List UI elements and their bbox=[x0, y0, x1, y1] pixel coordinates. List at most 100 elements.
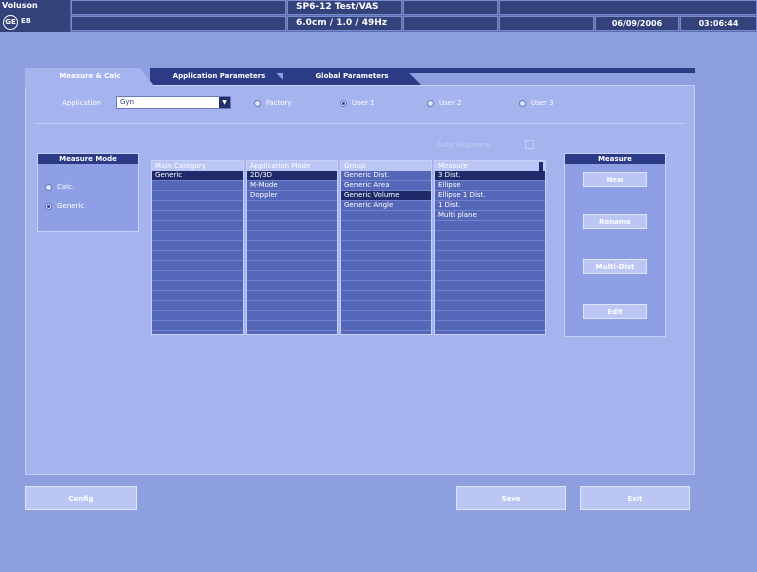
list-item-empty bbox=[247, 201, 337, 211]
list-item-empty bbox=[435, 261, 545, 271]
column-header: Group bbox=[341, 161, 431, 171]
list-item[interactable]: 1 Dist. bbox=[435, 201, 545, 211]
divider bbox=[35, 123, 685, 124]
list-item-empty bbox=[435, 241, 545, 251]
radio-user-3[interactable] bbox=[519, 100, 526, 107]
list-item-empty bbox=[247, 291, 337, 301]
list-item[interactable]: 3 Dist. bbox=[435, 171, 545, 181]
list-item-empty bbox=[152, 331, 243, 334]
list-item-empty bbox=[435, 311, 545, 321]
auto-sequence-checkbox[interactable] bbox=[525, 140, 534, 149]
header-cell bbox=[499, 0, 757, 15]
list-item-empty bbox=[341, 231, 431, 241]
radio-user-1-label: User 1 bbox=[352, 99, 375, 107]
list-item[interactable]: Generic Angle bbox=[341, 201, 431, 211]
header-cell bbox=[71, 0, 286, 15]
list-item[interactable]: Ellipse bbox=[435, 181, 545, 191]
list-item-empty bbox=[341, 331, 431, 334]
list-item[interactable]: Generic Area bbox=[341, 181, 431, 191]
tab-global-parameters[interactable]: Global Parameters bbox=[283, 68, 421, 85]
list-item-empty bbox=[341, 311, 431, 321]
list-item-empty bbox=[152, 181, 243, 191]
brand-name: Voluson bbox=[2, 1, 38, 10]
header-date: 06/09/2006 bbox=[595, 16, 679, 31]
list-item-empty bbox=[435, 301, 545, 311]
list-item-empty bbox=[152, 271, 243, 281]
brand-block: Voluson GE E8 bbox=[0, 0, 70, 32]
application-select-value: Gyn bbox=[120, 98, 135, 106]
radio-user-2-label: User 2 bbox=[439, 99, 462, 107]
radio-user-1[interactable] bbox=[340, 100, 347, 107]
list-item-empty bbox=[435, 221, 545, 231]
probe-indicator: E8 bbox=[21, 17, 31, 25]
list-item-empty bbox=[247, 271, 337, 281]
rename-button[interactable]: Rename bbox=[583, 214, 647, 229]
list-item[interactable]: Doppler bbox=[247, 191, 337, 201]
list-item-empty bbox=[341, 221, 431, 231]
radio-generic-label: Generic bbox=[57, 202, 85, 210]
radio-user-2[interactable] bbox=[427, 100, 434, 107]
list-item-empty bbox=[152, 241, 243, 251]
list-item-empty bbox=[152, 221, 243, 231]
list-item-empty bbox=[247, 241, 337, 251]
list-item[interactable]: 2D/3D bbox=[247, 171, 337, 181]
ge-logo-icon: GE bbox=[3, 15, 18, 30]
list-item[interactable]: Generic Volume bbox=[341, 191, 431, 201]
tab-application-parameters[interactable]: Application Parameters bbox=[150, 68, 288, 85]
list-item-empty bbox=[247, 321, 337, 331]
list-item-empty bbox=[247, 301, 337, 311]
list-item-empty bbox=[247, 281, 337, 291]
list-item-empty bbox=[247, 331, 337, 334]
exit-button[interactable]: Exit bbox=[580, 486, 690, 510]
list-measure[interactable]: Measure 3 Dist. Ellipse Ellipse 1 Dist. 1 Di… bbox=[434, 160, 546, 335]
list-item-empty bbox=[152, 251, 243, 261]
list-item-empty bbox=[435, 271, 545, 281]
list-item[interactable]: Generic bbox=[152, 171, 243, 181]
list-main-category[interactable]: Main Category Generic bbox=[151, 160, 244, 335]
radio-factory-label: Factory bbox=[266, 99, 292, 107]
radio-generic[interactable] bbox=[45, 203, 52, 210]
new-button[interactable]: New bbox=[583, 172, 647, 187]
radio-calc[interactable] bbox=[45, 184, 52, 191]
list-item-empty bbox=[152, 201, 243, 211]
tab-measure-calc[interactable]: Measure & Calc bbox=[25, 68, 155, 87]
list-item[interactable]: Ellipse 1 Dist. bbox=[435, 191, 545, 201]
list-item[interactable]: M-Mode bbox=[247, 181, 337, 191]
list-item-empty bbox=[435, 281, 545, 291]
list-item-empty bbox=[152, 311, 243, 321]
column-header: Measure bbox=[435, 161, 545, 171]
measure-mode-box: Measure Mode bbox=[37, 153, 139, 232]
list-item[interactable]: Multi plane bbox=[435, 211, 545, 221]
list-item-empty bbox=[341, 281, 431, 291]
list-item-empty bbox=[247, 311, 337, 321]
header-cell bbox=[499, 16, 594, 31]
application-select[interactable]: Gyn ▼ bbox=[116, 96, 231, 109]
config-button[interactable]: Config bbox=[25, 486, 137, 510]
chevron-down-icon[interactable]: ▼ bbox=[219, 97, 230, 108]
header-cell bbox=[403, 0, 498, 15]
list-item-empty bbox=[152, 301, 243, 311]
multi-dist-button[interactable]: Multi-Dist bbox=[583, 259, 647, 274]
list-item-empty bbox=[152, 211, 243, 221]
list-group[interactable]: Group Generic Dist. Generic Area Generic Vo… bbox=[340, 160, 432, 335]
list-item-empty bbox=[341, 271, 431, 281]
list-item-empty bbox=[152, 321, 243, 331]
edit-button[interactable]: Edit bbox=[583, 304, 647, 319]
list-item-empty bbox=[435, 231, 545, 241]
list-item[interactable]: Generic Dist. bbox=[341, 171, 431, 181]
header-time: 03:06:44 bbox=[680, 16, 757, 31]
radio-factory[interactable] bbox=[254, 100, 261, 107]
list-item-empty bbox=[247, 221, 337, 231]
list-application-mode[interactable]: Application Mode 2D/3D M-Mode Doppler bbox=[246, 160, 338, 335]
scrollbar-thumb[interactable] bbox=[539, 162, 543, 171]
application-label: Application bbox=[62, 99, 102, 107]
save-button[interactable]: Save bbox=[456, 486, 566, 510]
list-item-empty bbox=[152, 261, 243, 271]
list-item-empty bbox=[341, 321, 431, 331]
list-item-empty bbox=[247, 261, 337, 271]
list-item-empty bbox=[152, 291, 243, 301]
list-item-empty bbox=[435, 251, 545, 261]
list-item-empty bbox=[152, 281, 243, 291]
list-item-empty bbox=[341, 251, 431, 261]
column-header: Application Mode bbox=[247, 161, 337, 171]
